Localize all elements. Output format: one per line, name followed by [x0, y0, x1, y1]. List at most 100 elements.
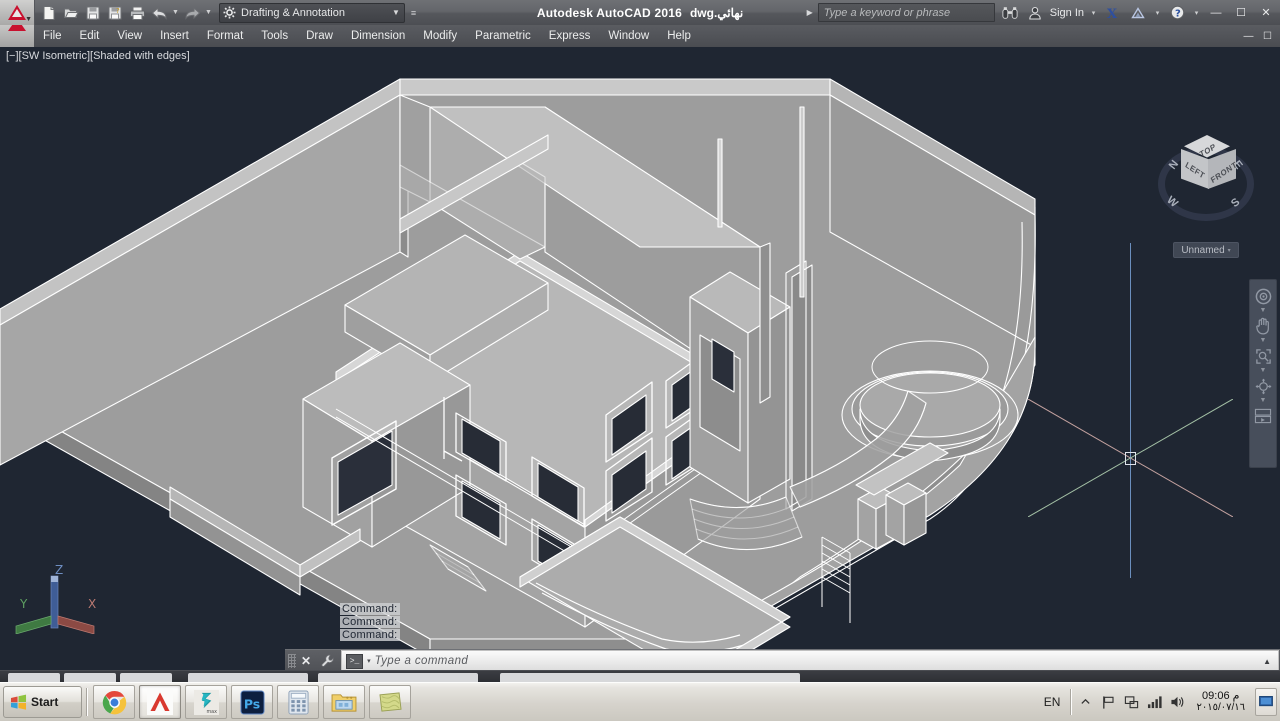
command-line-drag-handle[interactable] — [288, 654, 296, 668]
workspace-switcher[interactable]: Drafting & Annotation ▼ — [219, 2, 405, 23]
speaker-icon[interactable] — [1169, 694, 1186, 711]
search-input[interactable]: Type a keyword or phrase — [817, 3, 995, 22]
ucs-name-label: Unnamed — [1181, 244, 1225, 256]
command-history-line: Command: — [340, 629, 400, 641]
infocenter-expand-icon[interactable]: ▶ — [807, 8, 813, 17]
taskbar-button-autocad[interactable] — [139, 685, 181, 719]
a360-caret-icon[interactable]: ▾ — [1153, 9, 1162, 17]
ucs-dropdown[interactable]: Unnamed ▾ — [1173, 242, 1239, 258]
wrench-icon[interactable] — [316, 654, 340, 668]
showmotion-icon[interactable] — [1252, 405, 1274, 427]
menu-item-parametric[interactable]: Parametric — [466, 28, 540, 44]
chevron-up-icon[interactable] — [1077, 694, 1094, 711]
command-input[interactable]: >_ ▾ Type a command ▲ — [341, 650, 1279, 672]
clock-date: ٢٠١٥/٠٧/١٦ — [1196, 702, 1245, 713]
save-as-icon[interactable]: ? — [105, 3, 125, 23]
chevron-down-icon[interactable]: ▼ — [392, 8, 400, 17]
application-menu-button[interactable]: ▼ — [0, 0, 35, 25]
workspace-label: Drafting & Annotation — [241, 6, 345, 19]
chevron-down-icon[interactable]: ▼ — [1260, 307, 1267, 314]
menu-item-draw[interactable]: Draw — [297, 28, 342, 44]
command-prompt-caret-icon[interactable]: ▾ — [367, 657, 371, 665]
menu-item-dimension[interactable]: Dimension — [342, 28, 414, 44]
svg-text:?: ? — [116, 7, 120, 15]
windows-taskbar: Start max Ps EN 09:06 م ٢٠١٥/٠٧/١٦ — [0, 682, 1280, 721]
pan-hand-icon[interactable] — [1252, 315, 1274, 337]
quick-access-toolbar: ? ▼ ▼ Drafting & Annotation ▼ ≡ — [35, 0, 420, 25]
title-bar-right: ▶ Type a keyword or phrase Sign In ▾ X ▾… — [807, 0, 1280, 25]
chrome-icon — [102, 690, 126, 714]
menu-item-insert[interactable]: Insert — [151, 28, 198, 44]
new-file-icon[interactable] — [39, 3, 59, 23]
binoculars-icon[interactable] — [1000, 3, 1020, 23]
taskbar-button-photoshop[interactable]: Ps — [231, 685, 273, 719]
steering-wheel-icon[interactable] — [1252, 285, 1274, 307]
show-desktop-icon[interactable] — [1255, 688, 1277, 716]
help-question-icon[interactable]: ? — [1167, 3, 1187, 23]
menu-item-express[interactable]: Express — [540, 28, 600, 44]
signal-bars-icon[interactable] — [1146, 694, 1163, 711]
taskbar-button-explorer[interactable] — [323, 685, 365, 719]
menu-item-view[interactable]: View — [108, 28, 151, 44]
menu-item-edit[interactable]: Edit — [71, 28, 109, 44]
chevron-down-icon[interactable]: ▼ — [1260, 337, 1267, 344]
clock-time: 09:06 م — [1202, 690, 1240, 702]
view-cube[interactable]: N E S W TOP LEFT FRONT — [1152, 125, 1260, 233]
zoom-extents-icon[interactable] — [1252, 345, 1274, 367]
taskbar-button-notes[interactable] — [369, 685, 411, 719]
close-x-icon[interactable]: ✕ — [296, 654, 316, 668]
undo-arrow-icon[interactable] — [149, 3, 169, 23]
menu-item-tools[interactable]: Tools — [252, 28, 297, 44]
redo-dropdown-caret-icon[interactable]: ▼ — [204, 9, 213, 16]
command-line-bar: ✕ >_ ▾ Type a command ▲ — [285, 649, 1280, 672]
svg-text:max: max — [206, 710, 217, 715]
command-prompt-icon: >_ — [346, 653, 364, 669]
document-restore-button[interactable]: ☐ — [1260, 31, 1275, 42]
start-label: Start — [31, 695, 59, 709]
minimize-button[interactable]: — — [1206, 4, 1226, 22]
chevron-down-icon[interactable]: ▼ — [1260, 397, 1267, 404]
taskbar-button-chrome[interactable] — [93, 685, 135, 719]
menu-item-file[interactable]: File — [34, 28, 71, 44]
model-drawing — [0, 78, 1036, 670]
sign-in-caret-icon[interactable]: ▾ — [1089, 9, 1098, 17]
save-disk-icon[interactable] — [83, 3, 103, 23]
ucs-icon: Z Y X — [15, 563, 96, 634]
calculator-icon — [287, 690, 309, 714]
network-icon[interactable] — [1123, 694, 1140, 711]
orbit-icon[interactable] — [1252, 375, 1274, 397]
a360-cloud-icon[interactable] — [1128, 3, 1148, 23]
menu-item-modify[interactable]: Modify — [414, 28, 466, 44]
start-button[interactable]: Start — [3, 686, 82, 718]
taskbar-button-calculator[interactable] — [277, 685, 319, 719]
menu-item-window[interactable]: Window — [599, 28, 658, 44]
printer-icon[interactable] — [127, 3, 147, 23]
redo-arrow-icon[interactable] — [182, 3, 202, 23]
maximize-button[interactable]: ☐ — [1231, 4, 1251, 22]
chevron-down-icon[interactable]: ▼ — [1260, 367, 1267, 374]
autocad-window: ▼ ? ▼ ▼ Drafting & Annotation ▼ ≡ Autode… — [0, 0, 1280, 721]
help-caret-icon[interactable]: ▾ — [1192, 9, 1201, 17]
folder-explorer-icon — [331, 694, 357, 712]
document-minimize-button[interactable]: — — [1241, 31, 1256, 42]
autodesk-exchange-x-icon[interactable]: X — [1103, 3, 1123, 23]
open-folder-icon[interactable] — [61, 3, 81, 23]
language-indicator[interactable]: EN — [1040, 695, 1065, 709]
action-center-flag-icon[interactable] — [1100, 694, 1117, 711]
command-placeholder: Type a command — [374, 655, 469, 667]
clock[interactable]: 09:06 م ٢٠١٥/٠٧/١٦ — [1192, 690, 1249, 714]
user-icon[interactable] — [1025, 3, 1045, 23]
sign-in-button[interactable]: Sign In — [1050, 7, 1084, 19]
menu-item-format[interactable]: Format — [198, 28, 252, 44]
view-cube-body[interactable]: TOP LEFT FRONT — [1178, 135, 1239, 199]
undo-dropdown-caret-icon[interactable]: ▼ — [171, 9, 180, 16]
close-button[interactable]: ✕ — [1256, 4, 1276, 22]
workspace-more-icon[interactable]: ≡ — [411, 8, 416, 18]
taskbar-button-3dsmax[interactable]: max — [185, 685, 227, 719]
svg-text:?: ? — [1175, 9, 1181, 20]
drawing-canvas[interactable]: [−][SW Isometric][Shaded with edges] N E… — [0, 47, 1280, 670]
navigation-bar[interactable]: ▼ ▼ ▼ ▼ — [1249, 279, 1277, 468]
chevron-down-icon[interactable]: ▾ — [1228, 247, 1231, 254]
menu-item-help[interactable]: Help — [658, 28, 700, 44]
command-expand-icon[interactable]: ▲ — [1263, 657, 1278, 666]
